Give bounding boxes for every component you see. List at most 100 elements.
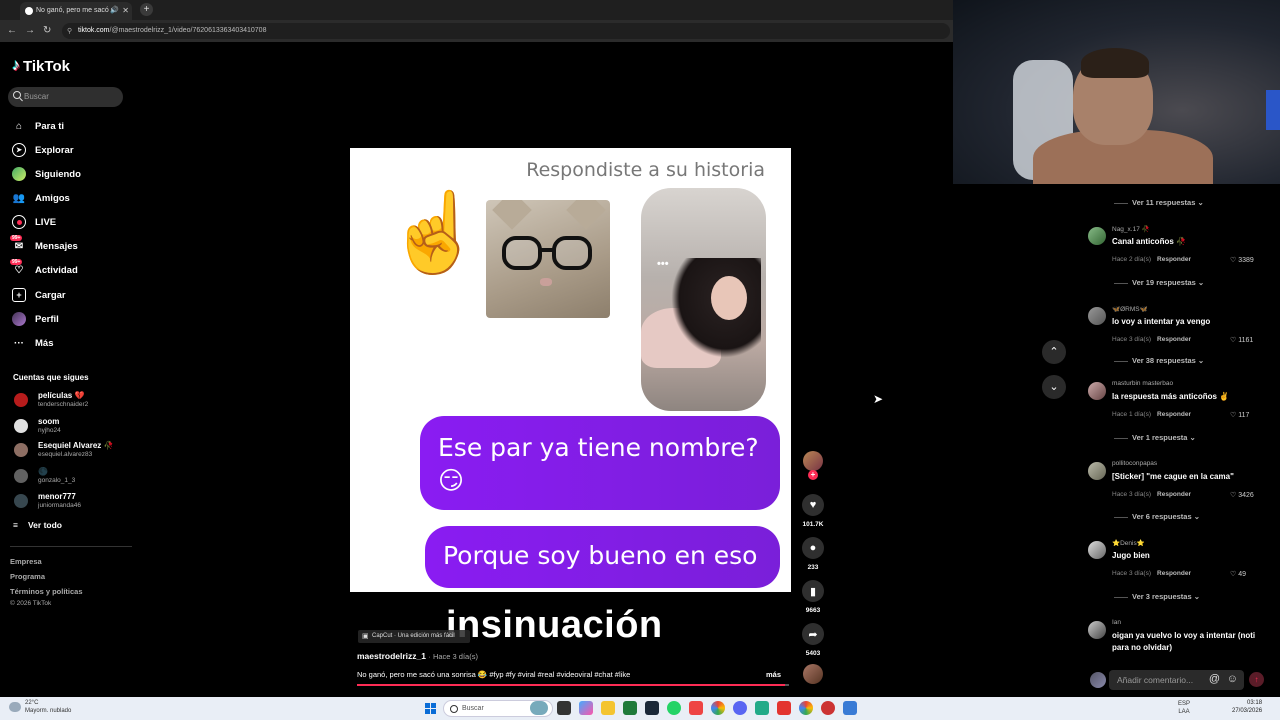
language-indicator[interactable]: ESP LAA xyxy=(1178,700,1190,717)
weather-widget[interactable]: 22°C Mayorm. nublado xyxy=(9,700,71,716)
comment-user[interactable]: 🦋ØRMS🦋 xyxy=(1112,305,1148,313)
comment-action[interactable]: ● 233 xyxy=(802,537,824,571)
avatar[interactable] xyxy=(1088,307,1106,325)
emoji-icon[interactable]: ☺ xyxy=(1227,673,1238,685)
comment-user[interactable]: pollitoconpapas xyxy=(1112,460,1157,467)
comment-likes[interactable]: ♡ 3389 xyxy=(1230,256,1254,264)
following-item[interactable]: menor777 juniormanda46 xyxy=(13,491,133,513)
post-comment-button[interactable]: ↑ xyxy=(1249,672,1264,687)
nav-amigos[interactable]: 👥 Amigos xyxy=(12,190,142,206)
next-video-button[interactable]: ⌄ xyxy=(1042,375,1066,399)
nav-label: LIVE xyxy=(35,216,57,228)
reply-button[interactable]: Responder xyxy=(1157,256,1191,263)
video-player[interactable]: Respondiste a su historia ☝️ ••• Ese par… xyxy=(350,148,791,592)
comment-likes[interactable]: ♡ 1161 xyxy=(1230,336,1253,344)
footer-link-terms[interactable]: Términos y políticas xyxy=(10,587,83,596)
app-icon[interactable] xyxy=(843,701,857,715)
reply-button[interactable]: Responder xyxy=(1157,570,1191,577)
app-icon[interactable] xyxy=(755,701,769,715)
capcut-tag[interactable]: CapCut · Una edición más fácil xyxy=(358,630,470,643)
avatar[interactable] xyxy=(1088,462,1106,480)
app-icon[interactable] xyxy=(777,701,791,715)
whatsapp-icon[interactable] xyxy=(667,701,681,715)
comment-user[interactable]: Nag_x.17 🥀 xyxy=(1112,225,1150,233)
clock[interactable]: 03:18 27/03/2026 xyxy=(1232,699,1262,716)
chrome-icon[interactable] xyxy=(711,701,725,715)
widget-icon[interactable] xyxy=(530,701,548,715)
music-disc-icon[interactable] xyxy=(803,664,823,684)
nav-para-ti[interactable]: ⌂ Para ti xyxy=(12,118,142,134)
forward-icon[interactable]: → xyxy=(25,25,35,36)
comment-input[interactable]: Añadir comentario... @ ☺ xyxy=(1109,670,1244,690)
more-link[interactable]: más xyxy=(766,670,781,679)
task-view-icon[interactable] xyxy=(557,701,571,715)
reply-button[interactable]: Responder xyxy=(1157,491,1191,498)
video-author[interactable]: maestrodelrizz_1 · Hace 3 día(s) xyxy=(357,651,478,661)
search-input[interactable]: Buscar xyxy=(8,87,123,107)
comment-icon[interactable]: ● xyxy=(802,537,824,559)
heart-icon[interactable]: ♥ xyxy=(802,494,824,516)
nav-perfil[interactable]: Perfil xyxy=(12,311,142,327)
avatar[interactable] xyxy=(1088,541,1106,559)
see-all-link[interactable]: ≡ Ver todo xyxy=(13,520,62,530)
following-item[interactable]: Esequiel Alvarez 🥀 esequiel.alvarez83 xyxy=(13,440,133,462)
new-tab-button[interactable]: + xyxy=(140,3,153,16)
nav-siguiendo[interactable]: Siguiendo xyxy=(12,166,142,182)
file-explorer-icon[interactable] xyxy=(601,701,615,715)
app-icon[interactable] xyxy=(689,701,703,715)
speaker-icon[interactable]: 🔊 xyxy=(110,6,119,14)
nav-cargar[interactable]: + Cargar xyxy=(12,287,142,303)
like-action[interactable]: ♥ 101.7K xyxy=(802,494,824,528)
view-replies[interactable]: Ver 3 respuestas ⌄ xyxy=(1114,592,1200,601)
comment-user[interactable]: Ian xyxy=(1112,619,1121,626)
nav-mensajes[interactable]: ✉ 99+ Mensajes xyxy=(10,235,142,254)
comment-user[interactable]: ⭐Denis⭐ xyxy=(1112,539,1145,547)
nav-mas[interactable]: ··· Más xyxy=(12,335,142,351)
reload-icon[interactable]: ↻ xyxy=(43,25,51,36)
comment-likes[interactable]: ♡ 117 xyxy=(1230,411,1249,419)
footer-link-empresa[interactable]: Empresa xyxy=(10,557,42,566)
back-icon[interactable]: ← xyxy=(7,25,17,36)
comment-user[interactable]: masturbin masterbao xyxy=(1112,380,1173,387)
comment-likes[interactable]: ♡ 49 xyxy=(1230,570,1246,578)
windows-start-icon[interactable] xyxy=(425,703,436,714)
view-replies[interactable]: Ver 1 respuesta ⌄ xyxy=(1114,433,1196,442)
browser-tab[interactable]: No ganó, pero me sacó u 🔊 ✕ xyxy=(20,2,132,20)
nav-live[interactable]: LIVE xyxy=(12,214,142,230)
nav-explorar[interactable]: ➤ Explorar xyxy=(12,142,142,158)
url-field[interactable]: ⚲ tiktok.com/@maestrodelrizz_1/video/762… xyxy=(62,23,950,39)
share-icon[interactable]: ➦ xyxy=(802,623,824,645)
following-item[interactable]: soom nyjho24 xyxy=(13,416,133,438)
follow-plus-icon[interactable]: + xyxy=(808,470,818,480)
site-info-icon[interactable]: ⚲ xyxy=(67,27,72,35)
avatar[interactable] xyxy=(1088,227,1106,245)
avatar[interactable] xyxy=(1088,382,1106,400)
discord-icon[interactable] xyxy=(733,701,747,715)
view-replies[interactable]: Ver 38 respuestas ⌄ xyxy=(1114,356,1204,365)
previous-video-button[interactable]: ⌃ xyxy=(1042,340,1066,364)
share-action[interactable]: ➦ 5403 xyxy=(802,623,824,657)
reply-button[interactable]: Responder xyxy=(1157,336,1191,343)
view-replies[interactable]: Ver 19 respuestas ⌄ xyxy=(1114,278,1204,287)
reply-button[interactable]: Responder xyxy=(1157,411,1191,418)
app-icon[interactable] xyxy=(623,701,637,715)
tiktok-logo[interactable]: ♪ TikTok xyxy=(12,57,70,75)
app-icon[interactable] xyxy=(821,701,835,715)
following-item[interactable]: 🌑 gonzalo_1_3 xyxy=(13,466,133,488)
mention-icon[interactable]: @ xyxy=(1209,673,1220,685)
footer-link-programa[interactable]: Programa xyxy=(10,572,45,581)
video-progress-bar[interactable] xyxy=(357,684,789,686)
view-replies[interactable]: Ver 11 respuestas ⌄ xyxy=(1114,198,1204,207)
chrome-icon[interactable] xyxy=(799,701,813,715)
nav-actividad[interactable]: ♡ 99+ Actividad xyxy=(10,259,142,278)
close-tab-icon[interactable]: ✕ xyxy=(122,6,129,15)
steam-icon[interactable] xyxy=(645,701,659,715)
comment-likes[interactable]: ♡ 3426 xyxy=(1230,491,1254,499)
avatar[interactable] xyxy=(1088,621,1106,639)
creator-avatar[interactable] xyxy=(803,451,823,471)
following-item[interactable]: películas 💔 tenderschnaider2 xyxy=(13,390,133,412)
view-replies[interactable]: Ver 6 respuestas ⌄ xyxy=(1114,512,1200,521)
bookmark-icon[interactable]: ▮ xyxy=(802,580,824,602)
save-action[interactable]: ▮ 9663 xyxy=(802,580,824,614)
copilot-icon[interactable] xyxy=(579,701,593,715)
